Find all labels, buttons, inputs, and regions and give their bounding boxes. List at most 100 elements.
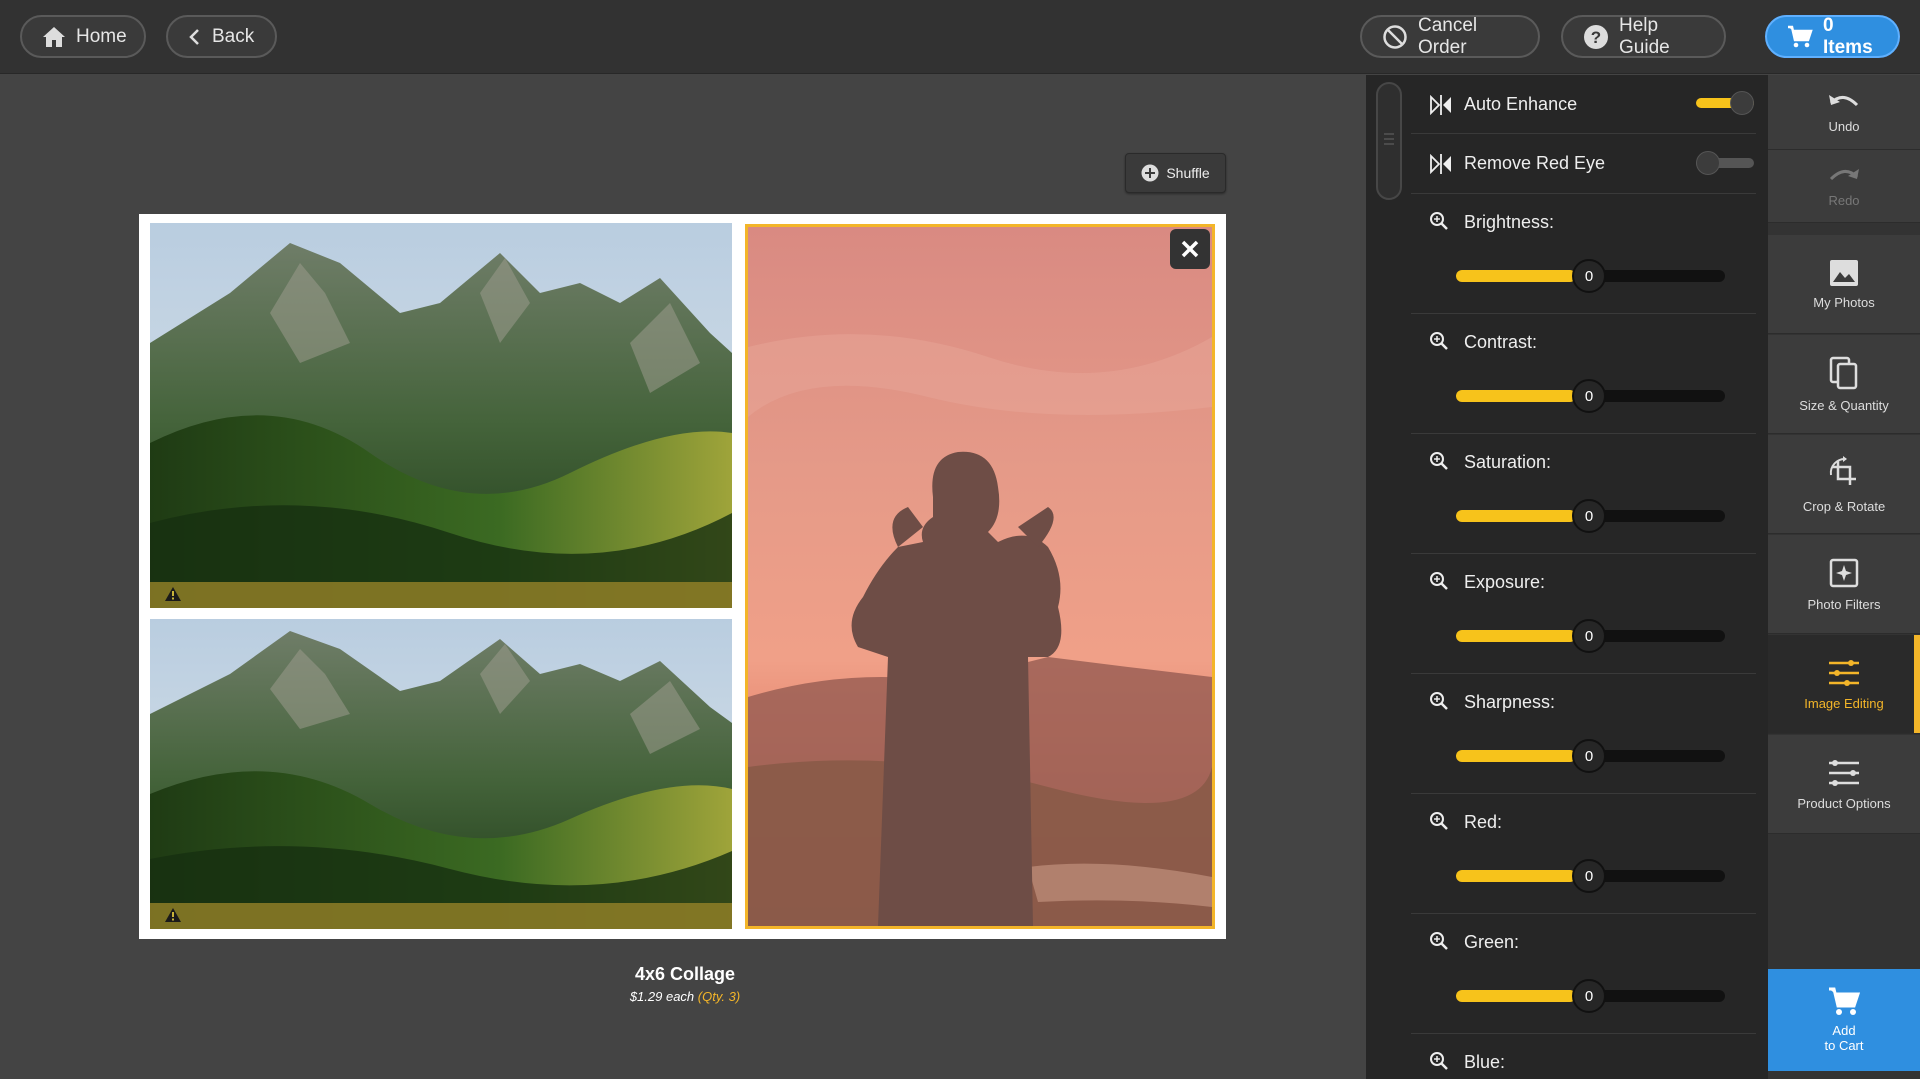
sharpness-row: Sharpness:	[1411, 674, 1756, 794]
cancel-order-button[interactable]: Cancel Order	[1360, 15, 1540, 58]
undo-icon	[1829, 94, 1859, 106]
home-icon	[43, 26, 65, 47]
size-quantity-label: Size & Quantity	[1799, 397, 1889, 413]
exposure-row: Exposure:	[1411, 554, 1756, 674]
zoom-icon	[1430, 452, 1448, 470]
redo-icon	[1829, 168, 1859, 180]
top-bar: Home Back Cancel Order ? Help Guide 0 It…	[0, 0, 1920, 74]
mountain-photo	[150, 619, 732, 929]
my-photos-label: My Photos	[1813, 294, 1875, 310]
home-button[interactable]: Home	[20, 15, 146, 58]
crop-rotate-label: Crop & Rotate	[1802, 498, 1886, 514]
back-button[interactable]: Back	[166, 15, 277, 58]
size-quantity-button[interactable]: Size & Quantity	[1768, 335, 1920, 434]
filter-sparkle-icon	[1829, 558, 1859, 587]
price-each: $1.29 each	[629, 989, 695, 1004]
crop-rotate-button[interactable]: Crop & Rotate	[1768, 435, 1920, 534]
blue-label: Blue:	[1464, 1052, 1506, 1072]
brightness-slider-thumb[interactable]: 0	[1572, 259, 1606, 293]
svg-text:?: ?	[1591, 28, 1601, 47]
green-row: Green:	[1411, 914, 1756, 1034]
red-slider-thumb[interactable]: 0	[1572, 859, 1606, 893]
panel-scrollbar[interactable]	[1376, 82, 1402, 200]
help-guide-button[interactable]: ? Help Guide	[1561, 15, 1726, 58]
options-list-icon	[1829, 759, 1859, 786]
my-photos-button[interactable]: My Photos	[1768, 235, 1920, 334]
product-options-button[interactable]: Product Options	[1768, 735, 1920, 834]
saturation-row: Saturation:	[1411, 434, 1756, 554]
photo-filters-label: Photo Filters	[1807, 596, 1881, 612]
cart-icon	[1829, 987, 1860, 1015]
zoom-icon	[1430, 212, 1448, 230]
zoom-icon	[1430, 692, 1448, 710]
cart-count: 0 Items	[1823, 14, 1873, 58]
sharpness-slider-thumb[interactable]: 0	[1572, 739, 1606, 773]
cart-icon	[1788, 25, 1813, 47]
remove-photo-button[interactable]	[1170, 229, 1210, 269]
redo-button[interactable]: Redo	[1768, 150, 1920, 223]
toggle-knob	[1696, 151, 1720, 175]
auto-enhance-label: Auto Enhance	[1464, 94, 1578, 114]
home-label: Home	[76, 25, 127, 47]
copies-icon	[1829, 356, 1858, 389]
sliders-icon	[1829, 659, 1859, 686]
contrast-slider-thumb[interactable]: 0	[1572, 379, 1606, 413]
image-editing-button[interactable]: Image Editing	[1768, 635, 1920, 734]
product-title: 4x6 Collage	[634, 964, 736, 984]
undo-button[interactable]: Undo	[1768, 75, 1920, 150]
exposure-slider-thumb[interactable]: 0	[1572, 619, 1606, 653]
low-resolution-warning	[150, 903, 732, 929]
back-label: Back	[212, 25, 255, 47]
close-icon	[1181, 240, 1199, 258]
mountain-photo	[150, 223, 732, 608]
green-slider-thumb[interactable]: 0	[1572, 979, 1606, 1013]
image-icon	[1830, 259, 1858, 286]
collage-slot-2[interactable]	[150, 619, 732, 929]
zoom-icon	[1430, 332, 1448, 350]
undo-label: Undo	[1828, 118, 1860, 134]
zoom-icon	[1430, 1052, 1448, 1070]
auto-enhance-toggle[interactable]	[1696, 91, 1754, 115]
collage-slot-1[interactable]	[150, 223, 732, 608]
collage-slot-3-selected[interactable]	[745, 224, 1215, 929]
sharpness-label: Sharpness:	[1464, 692, 1556, 712]
product-price: $1.29 each (Qty. 3)	[560, 989, 810, 1004]
image-editing-label: Image Editing	[1804, 695, 1884, 711]
grip-icon	[1384, 133, 1394, 145]
zoom-icon	[1430, 932, 1448, 950]
redo-label: Redo	[1828, 192, 1860, 208]
remove-red-eye-label: Remove Red Eye	[1464, 153, 1606, 173]
help-guide-label: Help Guide	[1619, 14, 1670, 58]
low-resolution-warning	[150, 582, 732, 608]
quantity-link[interactable]: (Qty. 3)	[698, 989, 740, 1004]
blue-row: Blue:	[1411, 1034, 1756, 1079]
zoom-icon	[1430, 572, 1448, 590]
plus-circle-icon	[1141, 164, 1159, 182]
shuffle-button[interactable]: Shuffle	[1125, 153, 1226, 193]
brightness-row: Brightness:	[1411, 194, 1756, 314]
add-to-cart-label-line1: Add	[1832, 1023, 1856, 1038]
warning-icon	[165, 908, 181, 922]
sunset-portrait-photo	[748, 227, 1212, 926]
cart-button[interactable]: 0 Items	[1765, 15, 1900, 58]
brightness-label: Brightness:	[1464, 212, 1555, 232]
saturation-slider-thumb[interactable]: 0	[1572, 499, 1606, 533]
add-to-cart-button[interactable]: Add to Cart	[1768, 969, 1920, 1071]
product-options-label: Product Options	[1797, 795, 1891, 811]
zoom-icon	[1430, 812, 1448, 830]
crop-rotate-icon	[1829, 455, 1856, 485]
toggle-knob	[1730, 91, 1754, 115]
remove-red-eye-toggle[interactable]	[1696, 151, 1754, 175]
cancel-order-label: Cancel Order	[1418, 14, 1478, 58]
compare-icon	[1430, 154, 1451, 174]
contrast-row: Contrast:	[1411, 314, 1756, 434]
saturation-label: Saturation:	[1464, 452, 1552, 472]
add-to-cart-label-line2: to Cart	[1824, 1038, 1864, 1053]
compare-icon	[1430, 95, 1451, 115]
red-row: Red:	[1411, 794, 1756, 914]
green-label: Green:	[1464, 932, 1520, 952]
help-icon: ?	[1584, 24, 1608, 49]
red-label: Red:	[1464, 812, 1503, 832]
cancel-icon	[1383, 24, 1407, 49]
photo-filters-button[interactable]: Photo Filters	[1768, 535, 1920, 634]
